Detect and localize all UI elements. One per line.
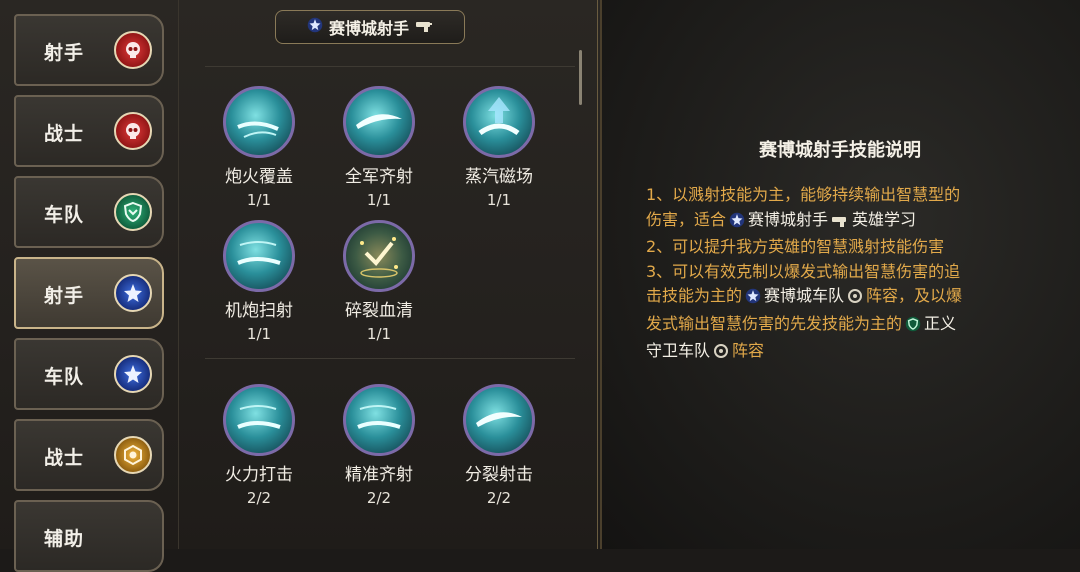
volley-icon bbox=[343, 86, 415, 158]
hero-group-header: 赛博城射手 bbox=[275, 10, 465, 44]
skill-count: 1/1 bbox=[486, 191, 512, 209]
skill-steam-field[interactable]: 蒸汽磁场 1/1 bbox=[444, 86, 554, 209]
description-line: 2、可以提升我方英雄的智慧溅射技能伤害 bbox=[646, 237, 945, 256]
sidebar-item-label: 射手 bbox=[44, 285, 85, 307]
hero-group-link: 赛博城射手 bbox=[748, 209, 829, 229]
target-icon bbox=[847, 287, 863, 312]
description-body: 1、以溅射技能为主，能够持续输出智慧型的 伤害，适合 赛博城射手 英雄学习 2、可以… bbox=[646, 183, 1036, 367]
star-icon bbox=[114, 355, 152, 393]
skill-barrage[interactable]: 炮火覆盖 1/1 bbox=[204, 86, 314, 209]
sidebar-item-label: 战士 bbox=[44, 447, 85, 469]
skull-icon bbox=[114, 112, 152, 150]
skill-name: 炮火覆盖 bbox=[225, 167, 293, 187]
sidebar-item-archer-2[interactable]: 射手 bbox=[14, 257, 164, 329]
sidebar-item-warrior-2[interactable]: 战士 bbox=[14, 419, 164, 491]
skill-strafe[interactable]: 机炮扫射 1/1 bbox=[204, 220, 314, 343]
sidebar-item-label: 战士 bbox=[44, 123, 85, 145]
description-line: 击技能为主的 赛博城车队 阵容，及以爆 bbox=[646, 284, 1036, 312]
strafe-icon bbox=[223, 220, 295, 292]
description-line: 3、可以有效克制以爆发式输出智慧伤害的追 bbox=[646, 261, 961, 281]
sidebar-item-convoy-2[interactable]: 车队 bbox=[14, 338, 164, 410]
skill-name: 全军齐射 bbox=[345, 167, 413, 187]
skill-name: 蒸汽磁场 bbox=[465, 167, 533, 187]
category-sidebar: 射手 战士 车队 射手 车队 战士 辅助 bbox=[0, 0, 175, 572]
description-text: 英雄学习 bbox=[852, 209, 917, 229]
divider bbox=[205, 358, 575, 359]
description-line: 发式输出智慧伤害的先发技能为主的 正义 bbox=[646, 312, 1036, 340]
shield-icon bbox=[905, 315, 921, 340]
star-icon bbox=[729, 211, 745, 236]
gun-icon bbox=[415, 18, 433, 37]
skill-count: 2/2 bbox=[366, 489, 392, 507]
skill-strike[interactable]: 火力打击 2/2 bbox=[204, 384, 314, 507]
description-line: 伤害，适合 赛博城射手 英雄学习 bbox=[646, 208, 1036, 236]
star-icon bbox=[114, 274, 152, 312]
description-text: 击技能为主的 bbox=[646, 286, 743, 305]
star-icon bbox=[745, 287, 761, 312]
sidebar-item-convoy-1[interactable]: 车队 bbox=[14, 176, 164, 248]
skill-count: 2/2 bbox=[486, 489, 512, 507]
sidebar-item-label: 车队 bbox=[44, 204, 85, 226]
skill-volley[interactable]: 全军齐射 1/1 bbox=[324, 86, 434, 209]
steam-field-icon bbox=[463, 86, 535, 158]
skill-precise-volley[interactable]: 精准齐射 2/2 bbox=[324, 384, 434, 507]
skill-serum[interactable]: 碎裂血清 1/1 bbox=[324, 220, 434, 343]
split-shot-icon bbox=[463, 384, 535, 456]
page-title: 赛博城射手 bbox=[328, 19, 409, 38]
skill-name: 精准齐射 bbox=[345, 465, 413, 485]
description-line: 1、以溅射技能为主，能够持续输出智慧型的 bbox=[646, 185, 961, 204]
skill-name: 机炮扫射 bbox=[225, 301, 293, 321]
serum-icon bbox=[343, 220, 415, 292]
skill-name: 分裂射击 bbox=[465, 465, 533, 485]
barrage-icon bbox=[223, 86, 295, 158]
shield-icon bbox=[114, 193, 152, 231]
description-text: 阵容 bbox=[732, 341, 765, 360]
sidebar-item-label: 车队 bbox=[44, 366, 85, 388]
star-icon bbox=[307, 17, 323, 37]
skill-count: 1/1 bbox=[246, 325, 272, 343]
hero-group-link: 赛博城车队 bbox=[764, 286, 845, 305]
skill-name: 火力打击 bbox=[225, 465, 293, 485]
hexagon-icon bbox=[114, 436, 152, 474]
description-text: 发式输出智慧伤害的先发技能为主的 bbox=[646, 313, 903, 333]
sidebar-item-warrior-1[interactable]: 战士 bbox=[14, 95, 164, 167]
scrollbar-thumb[interactable] bbox=[579, 50, 582, 105]
description-line: 守卫车队 阵容 bbox=[646, 339, 1036, 367]
skill-count: 1/1 bbox=[366, 325, 392, 343]
skill-name: 碎裂血清 bbox=[345, 301, 413, 321]
sidebar-item-archer-1[interactable]: 射手 bbox=[14, 14, 164, 86]
target-icon bbox=[713, 342, 729, 367]
skill-count: 1/1 bbox=[366, 191, 392, 209]
strike-icon bbox=[223, 384, 295, 456]
hero-group-link: 正义 bbox=[924, 313, 957, 333]
sidebar-item-label: 辅助 bbox=[44, 528, 85, 550]
gun-icon bbox=[831, 211, 849, 236]
description-title: 赛博城射手技能说明 bbox=[759, 140, 921, 161]
skill-count: 2/2 bbox=[246, 489, 272, 507]
divider bbox=[205, 66, 575, 67]
sidebar-item-label: 射手 bbox=[44, 42, 85, 64]
skull-icon bbox=[114, 31, 152, 69]
description-text: 伤害，适合 bbox=[646, 209, 727, 229]
description-text: 阵容，及以爆 bbox=[866, 286, 963, 305]
skill-count: 1/1 bbox=[246, 191, 272, 209]
precise-volley-icon bbox=[343, 384, 415, 456]
sidebar-item-support[interactable]: 辅助 bbox=[14, 500, 164, 572]
skill-split-shot[interactable]: 分裂射击 2/2 bbox=[444, 384, 554, 507]
hero-group-link: 守卫车队 bbox=[646, 341, 711, 360]
